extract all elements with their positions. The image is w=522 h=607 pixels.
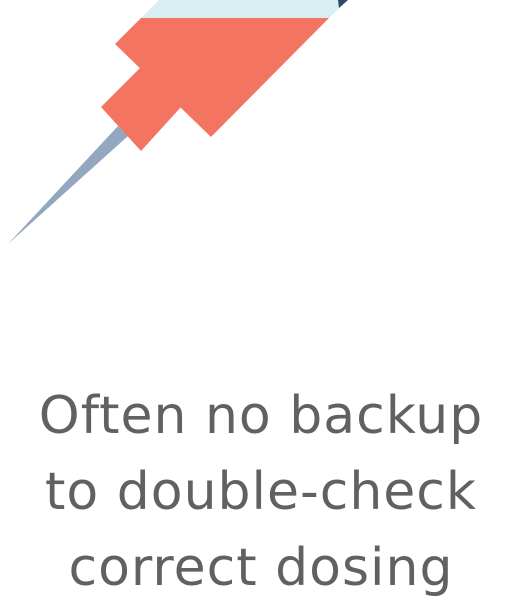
caption-line-3: correct dosing — [68, 538, 454, 598]
syringe-icon — [8, 0, 348, 244]
syringe-needle — [8, 126, 128, 244]
caption-line-2: to double-check — [45, 462, 477, 522]
syringe-plunger-accent — [338, 0, 348, 8]
syringe-cap — [141, 0, 348, 18]
caption-line-1: Often no backup — [38, 386, 484, 446]
caption: Often no backup to double-check correct … — [0, 378, 522, 606]
